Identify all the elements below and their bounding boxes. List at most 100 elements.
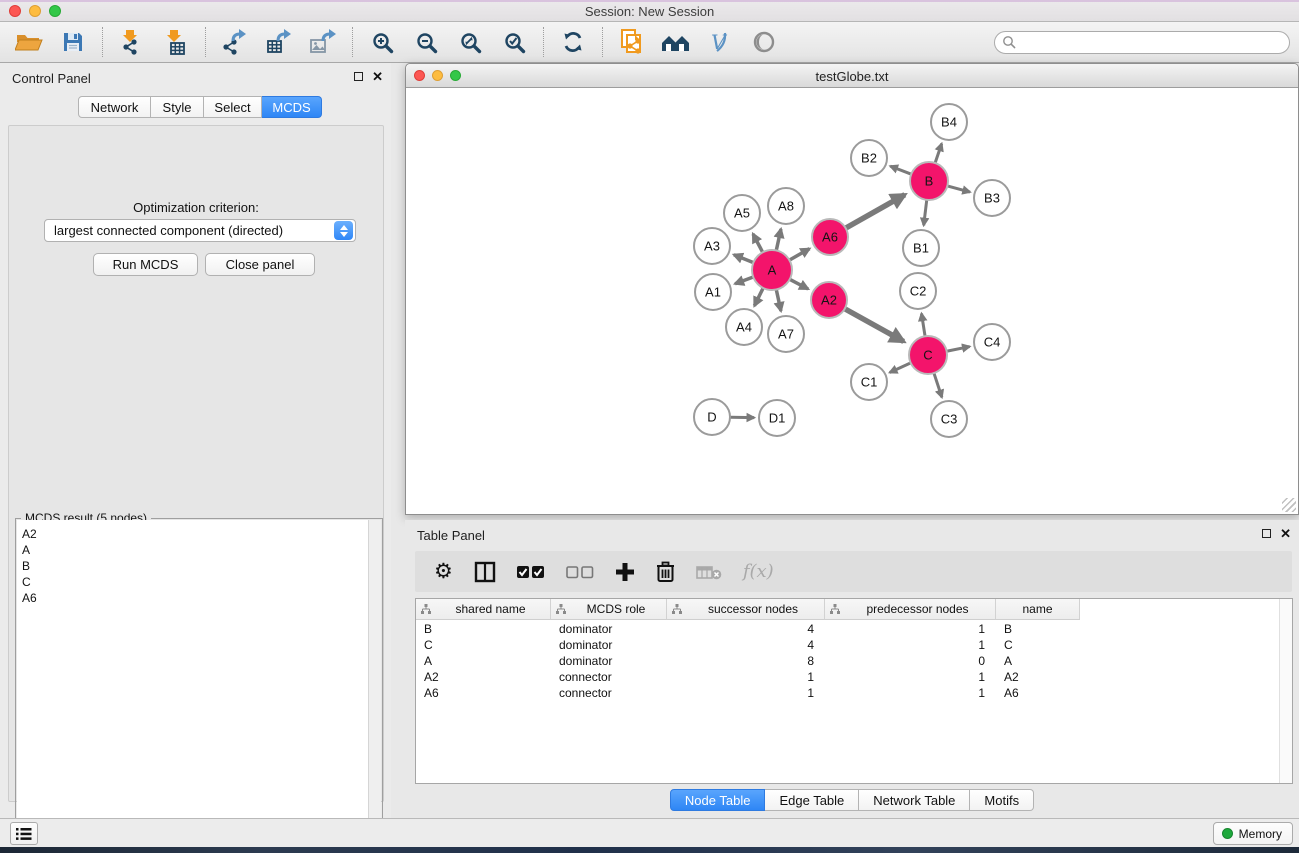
function-builder-fx-button[interactable]: f(x) xyxy=(743,558,774,586)
birds-eye-button[interactable] xyxy=(749,27,779,57)
graph-node-label: A8 xyxy=(778,199,794,214)
result-node-item[interactable]: A xyxy=(17,542,368,558)
export-network-button[interactable] xyxy=(220,27,250,57)
memory-button[interactable]: Memory xyxy=(1213,822,1293,845)
table-header-row: shared nameMCDS rolesuccessor nodesprede… xyxy=(416,599,1279,620)
table-cell: dominator xyxy=(551,621,667,637)
table-scrollbar[interactable] xyxy=(1279,599,1292,783)
tab-style[interactable]: Style xyxy=(151,96,204,118)
criterion-dropdown[interactable]: largest connected component (directed) xyxy=(44,219,356,242)
zoom-fit-button[interactable] xyxy=(455,27,485,57)
graph-edge-A-A4[interactable] xyxy=(754,288,763,306)
graph-edge-C-C3[interactable] xyxy=(934,373,942,397)
zoom-out-button[interactable] xyxy=(411,27,441,57)
select-all-checkboxes-button[interactable] xyxy=(517,558,545,586)
add-column-plus-button[interactable] xyxy=(615,558,635,586)
column-header-successor-nodes[interactable]: successor nodes xyxy=(667,599,825,620)
export-table-icon xyxy=(265,29,293,55)
graph-edge-A2-C[interactable] xyxy=(845,309,904,342)
graph-edge-B-B1[interactable] xyxy=(924,200,927,225)
tab-motifs[interactable]: Motifs xyxy=(970,789,1034,811)
table-cell: B xyxy=(996,621,1080,637)
save-button[interactable] xyxy=(58,27,88,57)
graph-node-label: A3 xyxy=(704,239,720,254)
graph-edge-A-A7[interactable] xyxy=(776,290,781,311)
import-table-button[interactable] xyxy=(161,27,191,57)
table-cell: 0 xyxy=(825,653,996,669)
zoom-selected-button[interactable] xyxy=(499,27,529,57)
table-row[interactable]: Bdominator41B xyxy=(416,621,1279,637)
run-mcds-button[interactable]: Run MCDS xyxy=(93,253,198,276)
graph-edge-A-A8[interactable] xyxy=(776,229,781,250)
table-row[interactable]: Cdominator41C xyxy=(416,637,1279,653)
graph-edge-C-C1[interactable] xyxy=(890,363,911,373)
delete-column-trash-button[interactable] xyxy=(656,558,675,586)
result-list-scrollbar[interactable] xyxy=(368,520,381,853)
network-window-titlebar[interactable]: testGlobe.txt xyxy=(406,64,1298,88)
table-row[interactable]: Adominator80A xyxy=(416,653,1279,669)
tab-edge-table[interactable]: Edge Table xyxy=(765,789,859,811)
table-row[interactable]: A6connector11A6 xyxy=(416,685,1279,701)
graph-edge-A-A2[interactable] xyxy=(790,279,808,289)
search-input[interactable] xyxy=(1016,33,1289,51)
graph-edge-A-A3[interactable] xyxy=(734,255,754,263)
tab-mcds[interactable]: MCDS xyxy=(262,96,322,118)
main-titlebar: Session: New Session xyxy=(0,0,1299,22)
graph-edge-A6-B[interactable] xyxy=(846,195,905,228)
zoom-in-button[interactable] xyxy=(367,27,397,57)
column-header-shared-name[interactable]: shared name xyxy=(416,599,551,620)
mcds-panel-body: Optimization criterion: largest connecte… xyxy=(8,125,384,802)
toolbar-group: V xyxy=(602,27,793,57)
task-history-button[interactable] xyxy=(10,822,38,845)
close-panel-icon[interactable]: ✕ xyxy=(372,71,383,82)
result-node-item[interactable]: A2 xyxy=(17,526,368,542)
show-hide-graphics-button[interactable]: V xyxy=(705,27,735,57)
column-header-predecessor-nodes[interactable]: predecessor nodes xyxy=(825,599,996,620)
import-network-button[interactable] xyxy=(117,27,147,57)
table-row[interactable]: A2connector11A2 xyxy=(416,669,1279,685)
result-node-item[interactable]: C xyxy=(17,574,368,590)
float-panel-icon[interactable] xyxy=(354,72,363,81)
close-panel-button[interactable]: Close panel xyxy=(205,253,315,276)
deselect-all-checkboxes-button[interactable] xyxy=(566,558,594,586)
tab-network[interactable]: Network xyxy=(78,96,151,118)
new-network-from-selection-button[interactable] xyxy=(617,27,647,57)
column-header-MCDS-role[interactable]: MCDS role xyxy=(551,599,667,620)
column-header-name[interactable]: name xyxy=(996,599,1080,620)
show-hide-graphics-icon: V xyxy=(707,30,733,54)
graph-edge-B-B2[interactable] xyxy=(890,166,911,174)
column-type-icon xyxy=(556,604,566,614)
graph-edge-C-C2[interactable] xyxy=(922,314,926,337)
graph-edge-A-A1[interactable] xyxy=(735,277,753,284)
open-folder-button[interactable] xyxy=(14,27,44,57)
network-graph: AA1A2A3A4A5A6A7A8BB1B2B3B4CC1C2C3C4DD1 xyxy=(407,88,1297,513)
result-node-item[interactable]: B xyxy=(17,558,368,574)
first-neighbors-button[interactable] xyxy=(661,27,691,57)
show-column-button[interactable] xyxy=(474,558,496,586)
graph-edge-A-A6[interactable] xyxy=(789,249,809,260)
network-canvas[interactable]: AA1A2A3A4A5A6A7A8BB1B2B3B4CC1C2C3C4DD1 xyxy=(407,88,1297,513)
resize-grip-icon[interactable] xyxy=(1282,498,1296,512)
export-table-button[interactable] xyxy=(264,27,294,57)
export-image-button[interactable] xyxy=(308,27,338,57)
tab-select[interactable]: Select xyxy=(204,96,262,118)
float-table-panel-icon[interactable] xyxy=(1262,529,1271,538)
graph-edge-A-A5[interactable] xyxy=(753,234,763,252)
graph-edge-B-B4[interactable] xyxy=(935,144,942,163)
table-cell: 1 xyxy=(825,685,996,701)
open-folder-icon xyxy=(15,30,43,54)
close-table-panel-icon[interactable]: ✕ xyxy=(1280,528,1291,539)
delete-table-button[interactable] xyxy=(696,558,722,586)
mcds-result-groupbox: MCDS result (5 nodes) A2ABCA6 xyxy=(15,518,383,853)
tab-node-table[interactable]: Node Table xyxy=(670,789,766,811)
column-settings-gear-button[interactable]: ⚙ xyxy=(434,558,453,586)
graph-edge-B-B3[interactable] xyxy=(947,186,970,192)
export-network-icon xyxy=(221,29,249,55)
refresh-icon xyxy=(561,30,585,54)
refresh-button[interactable] xyxy=(558,27,588,57)
tab-network-table[interactable]: Network Table xyxy=(859,789,970,811)
table-cell: B xyxy=(416,621,551,637)
graph-edge-C-C4[interactable] xyxy=(947,347,970,352)
result-node-item[interactable]: A6 xyxy=(17,590,368,606)
table-cell: A2 xyxy=(996,669,1080,685)
